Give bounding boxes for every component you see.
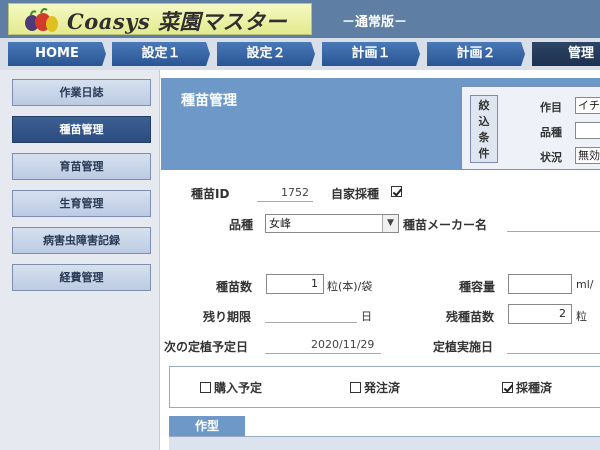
filter-variety-label: 品種	[540, 126, 562, 139]
next-planting-label: 次の定植予定日	[164, 340, 249, 354]
collected-checkbox[interactable]	[502, 382, 513, 393]
sidebar-item-growth-management[interactable]: 生育管理	[12, 190, 151, 217]
title-band: 種苗管理 絞込条件 作目 イチ 品種 状況 無効	[161, 78, 600, 170]
self-seed-checkbox[interactable]	[391, 186, 402, 197]
sidebar-item-seed-management[interactable]: 種苗管理	[12, 116, 151, 143]
next-planting-value[interactable]: 2020/11/29	[311, 338, 374, 351]
tab-plan-1[interactable]: 計画１	[322, 42, 420, 66]
remaining-period-label: 残り期限	[203, 310, 252, 324]
filter-label: 絞込条件	[470, 95, 498, 163]
planted-date-label: 定植実施日	[433, 340, 494, 354]
ordered-option[interactable]: 発注済	[350, 379, 400, 396]
sidebar-item-seedling-management[interactable]: 育苗管理	[12, 153, 151, 180]
filter-crop-label: 作目	[540, 101, 562, 114]
self-seed-label: 自家採種	[331, 187, 380, 201]
tab-home[interactable]: HOME	[8, 42, 106, 66]
purchase-plan-option[interactable]: 購入予定	[200, 379, 262, 396]
ordered-label: 発注済	[364, 381, 401, 395]
main-nav: HOME 設定１ 設定２ 計画１ 計画２ 管理	[0, 38, 600, 70]
tab-management[interactable]: 管理	[532, 42, 600, 66]
capacity-label: 種容量	[459, 280, 496, 294]
filter-status-label: 状況	[540, 151, 562, 164]
seed-id-label: 種苗ID	[191, 187, 230, 201]
collected-label: 採種済	[516, 381, 553, 395]
cropping-type-tab[interactable]: 作型	[169, 416, 245, 436]
sidebar-item-pest-record[interactable]: 病害虫障害記録	[12, 227, 151, 254]
seed-count-label: 種苗数	[216, 280, 253, 294]
seed-count-input[interactable]: 1	[266, 274, 324, 294]
collected-option[interactable]: 採種済	[502, 379, 552, 396]
sidebar: 作業日誌 種苗管理 育苗管理 生育管理 病害虫障害記録 経費管理	[0, 70, 160, 450]
app-header: Coasys 菜園マスター －通常版－	[0, 0, 600, 38]
ordered-checkbox[interactable]	[350, 382, 361, 393]
app-title: Coasys 菜園マスター	[67, 9, 287, 34]
seed-id-underline	[257, 201, 313, 202]
next-planting-underline	[265, 353, 381, 354]
tab-settings-1[interactable]: 設定１	[112, 42, 210, 66]
maker-underline	[507, 231, 600, 232]
page-title: 種苗管理	[181, 93, 237, 109]
tab-plan-2[interactable]: 計画２	[427, 42, 525, 66]
planted-date-underline	[507, 353, 600, 354]
remaining-count-unit: 粒	[576, 310, 587, 323]
seed-count-unit: 粒(本)/袋	[327, 280, 373, 293]
purchase-plan-checkbox[interactable]	[200, 382, 211, 393]
edition-label: －通常版－	[342, 15, 408, 30]
purchase-plan-label: 購入予定	[214, 381, 263, 395]
remaining-count-label: 残種苗数	[446, 310, 495, 324]
vegetables-icon	[25, 8, 58, 32]
filter-panel: 絞込条件 作目 イチ 品種 状況 無効	[461, 86, 600, 170]
status-panel: 購入予定 発注済 採種済	[169, 366, 600, 408]
sidebar-item-expense-management[interactable]: 経費管理	[12, 264, 151, 291]
cropping-type-band	[169, 436, 600, 450]
filter-variety-input[interactable]	[575, 122, 600, 139]
capacity-input[interactable]	[508, 274, 572, 294]
capacity-unit: ml/	[576, 278, 594, 291]
chevron-down-icon[interactable]: ▼	[382, 215, 398, 232]
variety-select[interactable]: 女峰 ▼	[265, 214, 399, 233]
main-content: 種苗管理 絞込条件 作目 イチ 品種 状況 無効 種苗ID 1752 自家採種 …	[161, 70, 600, 450]
remaining-count-input[interactable]: 2	[508, 304, 572, 324]
sidebar-item-work-diary[interactable]: 作業日誌	[12, 79, 151, 106]
variety-label: 品種	[229, 218, 254, 232]
maker-label: 種苗メーカー名	[403, 218, 488, 232]
filter-status-select[interactable]: 無効	[575, 147, 600, 164]
filter-crop-input[interactable]: イチ	[575, 97, 600, 114]
app-logo: Coasys 菜園マスター	[8, 3, 312, 35]
tab-settings-2[interactable]: 設定２	[217, 42, 315, 66]
remaining-period-unit: 日	[361, 310, 372, 323]
variety-select-value: 女峰	[269, 217, 291, 230]
seed-id-value: 1752	[281, 186, 309, 199]
remaining-period-underline	[265, 322, 357, 323]
